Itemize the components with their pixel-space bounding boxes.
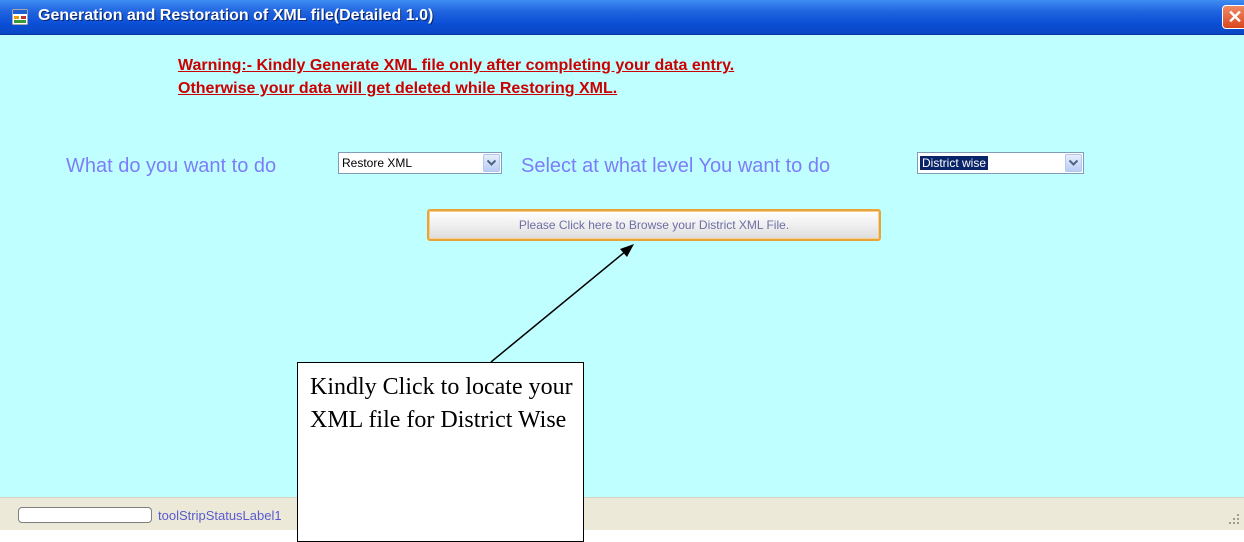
annotation-callout-box: Kindly Click to locate your XML file for…	[297, 362, 584, 542]
callout-arrow	[490, 244, 634, 363]
annotation-callout-text: Kindly Click to locate your XML file for…	[310, 374, 573, 433]
